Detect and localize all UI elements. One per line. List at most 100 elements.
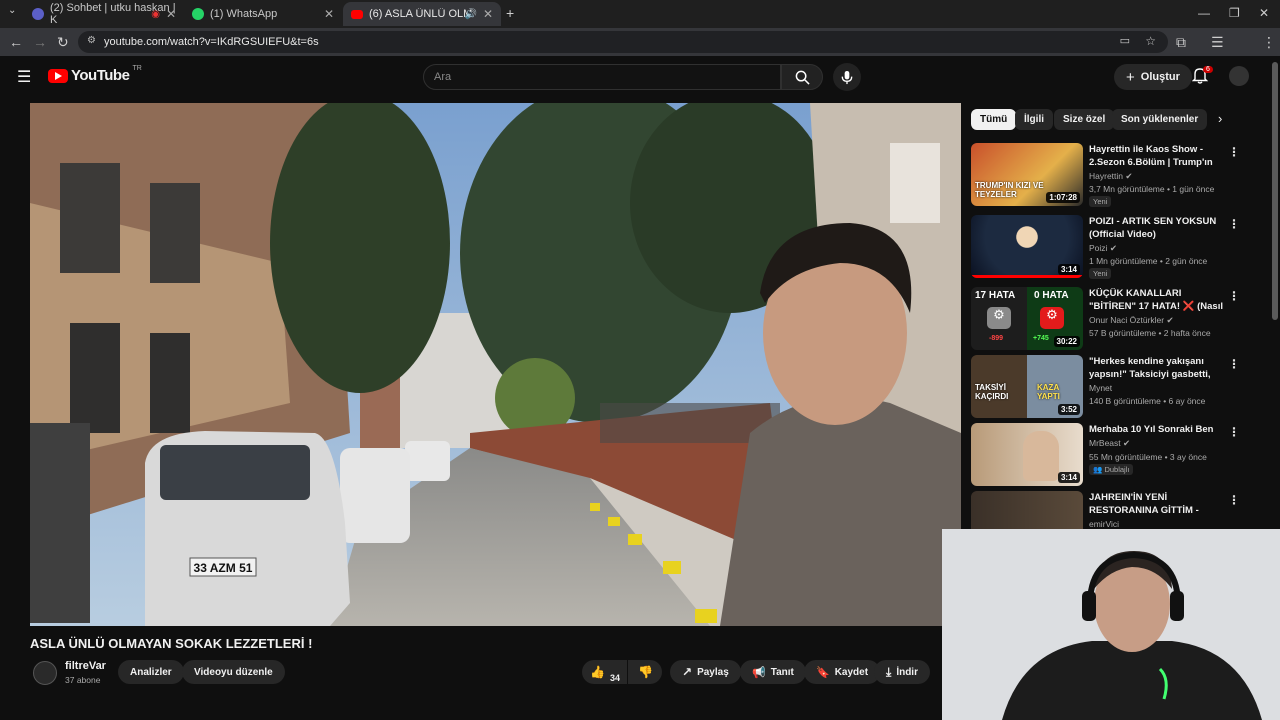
thumbnail-caption-right: 0 HATA [1034,290,1069,301]
site-info-icon[interactable]: ⚙ [87,35,96,46]
maximize-icon[interactable]: ❐ [1229,6,1240,20]
recommendation-meta: 140 B görüntüleme • 6 ay önce [1089,396,1206,406]
search-button[interactable] [781,64,823,90]
channel-name[interactable]: filtreVar [65,660,106,672]
chip-recently-uploaded[interactable]: Son yüklenenler [1112,109,1208,130]
browser-menu-icon[interactable]: ⋮ [1262,34,1276,51]
recommendation-channel[interactable]: Poizi ✔ [1089,243,1117,254]
analytics-button[interactable]: Analizler [118,660,184,684]
video-thumbnail[interactable]: 17 HATA 0 HATA ⚙ ⚙ -899 +745 30:22 [971,287,1083,350]
recommendation-channel[interactable]: Mynet [1089,383,1112,393]
more-options-icon[interactable]: ⋮ [1228,493,1240,507]
page-scrollbar-thumb[interactable] [1272,62,1278,320]
new-badge: Yeni [1089,196,1112,207]
recommendation-title[interactable]: "Herkes kendine yakışanı yapsın!" Taksic… [1089,355,1225,381]
recommendation-title[interactable]: POIZI - ARTIK SEN YOKSUN (Official Video… [1089,215,1225,241]
recommendation-channel[interactable]: emirVici [1089,519,1119,529]
country-code: TR [132,65,142,72]
thumbnail-caption-left: 17 HATA [975,290,1016,301]
video-player[interactable]: 33 AZM 51 [30,103,961,626]
chips-next-chevron-icon[interactable]: › [1218,111,1222,126]
recommendation-title[interactable]: Hayrettin ile Kaos Show - 2.Sezon 6.Bölü… [1089,143,1225,169]
download-icon: ⤓ [886,664,892,679]
dislike-button[interactable]: 👎 [628,660,662,684]
recommendation-channel[interactable]: MrBeast ✔ [1089,438,1130,449]
share-button[interactable]: ↗ Paylaş [670,660,741,684]
channel-avatar[interactable] [33,661,57,685]
close-tab-icon[interactable]: ✕ [483,7,493,21]
recommendation-title[interactable]: JAHREIN'İN YENİ RESTORANINA GİTTİM - pah… [1089,491,1225,517]
recommendation-title[interactable]: KÜÇÜK KANALLARI "BİTİREN" 17 HATA! ❌ (Na… [1089,287,1225,313]
webcam-overlay [942,529,1280,720]
verified-check-icon: ✔ [1125,171,1133,181]
close-window-icon[interactable]: ✕ [1259,6,1269,20]
like-button[interactable]: 👍 34 [582,660,627,684]
plus-icon: + [1126,68,1135,86]
recommendation-item[interactable]: TAKSİYİ KAÇIRDI KAZA YAPTI 3:52 "Herkes … [970,355,1260,421]
more-options-icon[interactable]: ⋮ [1228,145,1240,159]
back-icon[interactable]: ← [9,34,23,50]
recommendation-meta: 3,7 Mn görüntüleme • 1 gün önce [1089,184,1215,194]
edit-video-button[interactable]: Videoyu düzenle [182,660,285,684]
cast-icon[interactable]: ▭ [1120,34,1130,47]
microphone-icon [841,70,853,84]
video-thumbnail[interactable]: 3:14 [971,215,1083,278]
video-duration: 3:14 [1057,264,1080,275]
share-arrow-icon: ↗ [682,665,693,679]
minimize-icon[interactable]: — [1198,6,1210,20]
reading-list-icon[interactable]: ☰ [1211,34,1224,51]
more-options-icon[interactable]: ⋮ [1228,217,1240,231]
recommendation-channel[interactable]: Hayrettin ✔ [1089,171,1133,182]
recommendation-channel[interactable]: Onur Naci Öztürkler ✔ [1089,315,1174,326]
chip-for-you[interactable]: Size özel [1054,109,1115,130]
thumbnail-caption-left: TAKSİYİ KAÇIRDI [975,383,1009,401]
browser-tab-youtube[interactable]: (6) ASLA ÜNLÜ OLMAYAN SO 🔊 ✕ [343,2,501,26]
extensions-icon[interactable]: ⧉ [1176,34,1186,51]
tab-search-icon[interactable]: ⌄ [8,5,16,16]
logo-wordmark: YouTube [71,67,130,84]
create-button[interactable]: + Oluştur [1114,64,1192,90]
youtube-logo[interactable]: YouTube TR [48,65,142,84]
more-options-icon[interactable]: ⋮ [1228,425,1240,439]
audio-playing-icon[interactable]: 🔊 [465,9,477,20]
video-thumbnail[interactable]: TRUMP'IN KIZI VE TEYZELER 1:07:28 [971,143,1083,206]
url-field[interactable]: ⚙ youtube.com/watch?v=IKdRGSUIEFU&t=6s ▭… [78,31,1168,53]
browser-tab-whatsapp[interactable]: (1) WhatsApp ✕ [184,2,342,26]
more-options-icon[interactable]: ⋮ [1228,289,1240,303]
video-duration: 3:52 [1057,404,1080,415]
teams-icon [32,8,44,20]
recommendation-item[interactable]: 3:14 POIZI - ARTIK SEN YOKSUN (Official … [970,215,1260,281]
recommendation-title[interactable]: Merhaba 10 Yıl Sonraki Ben [1089,423,1225,436]
chip-all[interactable]: Tümü [971,109,1017,130]
browser-tab-teams[interactable]: (2) Sohbet | utku haskan | K ◉ ✕ [24,2,184,26]
recommendation-item[interactable]: JAHREIN'İN YENİ RESTORANINA GİTTİM - pah… [970,491,1260,529]
hamburger-menu-icon[interactable]: ☰ [17,67,31,87]
more-options-icon[interactable]: ⋮ [1228,357,1240,371]
youtube-play-logo-icon [48,68,68,83]
video-thumbnail[interactable] [971,491,1083,529]
reload-icon[interactable]: ↻ [57,34,69,51]
recommendation-item[interactable]: 17 HATA 0 HATA ⚙ ⚙ -899 +745 30:22 KÜÇÜK… [970,287,1260,353]
download-button[interactable]: ⤓ İndir [874,660,930,684]
recommendation-item[interactable]: TRUMP'IN KIZI VE TEYZELER 1:07:28 Hayret… [970,143,1260,209]
close-tab-icon[interactable]: ✕ [324,7,334,21]
chip-related[interactable]: İlgili [1015,109,1053,130]
thumbnail-caption-right: KAZA YAPTI [1037,383,1060,401]
video-thumbnail[interactable]: 3:14 [971,423,1083,486]
search-input[interactable]: Ara [423,64,781,90]
promote-button[interactable]: 📢 Tanıt [740,660,806,684]
forward-icon[interactable]: → [33,34,47,50]
close-tab-icon[interactable]: ✕ [166,7,176,21]
person-icon: 👥 [1093,465,1105,474]
account-avatar[interactable] [1229,66,1249,86]
bookmark-star-icon[interactable]: ☆ [1145,34,1156,48]
subscriber-count: 37 abone [65,675,101,685]
like-count: 34 [609,673,620,683]
recommendation-meta: 1 Mn görüntüleme • 2 gün önce [1089,256,1208,266]
save-button[interactable]: 🔖 Kaydet [804,660,881,684]
recommendation-item[interactable]: 3:14 Merhaba 10 Yıl Sonraki Ben MrBeast … [970,423,1260,489]
video-thumbnail[interactable]: TAKSİYİ KAÇIRDI KAZA YAPTI 3:52 [971,355,1083,418]
new-tab-icon[interactable]: + [506,5,514,21]
voice-search-button[interactable] [833,63,861,91]
video-frame-street-scene: 33 AZM 51 [30,103,961,626]
